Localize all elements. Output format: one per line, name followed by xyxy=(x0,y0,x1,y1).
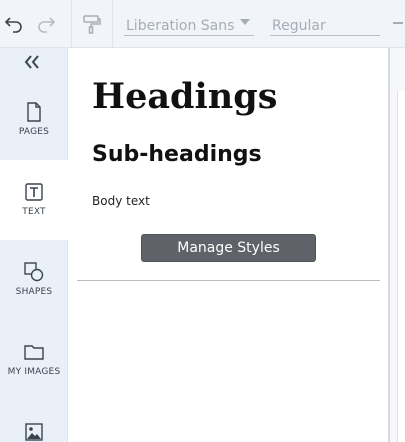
sidebar-item-label: TEXT xyxy=(22,207,46,217)
sidebar-item-label: MY IMAGES xyxy=(7,367,61,377)
redo-icon[interactable] xyxy=(34,12,58,36)
sidebar-item-pages[interactable]: PAGES xyxy=(0,80,68,160)
text-styles-panel: Headings Sub-headings Body text Manage S… xyxy=(69,48,388,442)
canvas-page[interactable] xyxy=(397,91,405,442)
double-chevron-left-icon[interactable] xyxy=(20,52,44,72)
divider xyxy=(77,280,380,281)
paint-roller-icon[interactable] xyxy=(80,12,104,36)
chevron-down-icon xyxy=(240,19,250,25)
page-icon xyxy=(22,100,46,124)
left-sidebar: PAGES TEXT SHAPES MY IMAGES xyxy=(0,48,68,442)
sidebar-item-shapes[interactable]: SHAPES xyxy=(0,240,68,320)
font-weight-select[interactable]: Regular xyxy=(270,14,380,36)
font-family-value: Liberation Sans xyxy=(126,18,235,34)
font-family-select[interactable]: Liberation Sans xyxy=(124,14,254,36)
undo-icon[interactable] xyxy=(2,12,26,36)
sidebar-item-label: SHAPES xyxy=(15,287,53,297)
sidebar-item-images[interactable] xyxy=(0,400,68,442)
sidebar-item-text[interactable]: TEXT xyxy=(0,160,68,240)
toolbar-divider xyxy=(112,0,113,48)
top-toolbar: Liberation Sans Regular xyxy=(0,0,405,48)
body-text-style[interactable]: Body text xyxy=(92,194,150,208)
toolbar-divider xyxy=(71,0,72,48)
subheading-style[interactable]: Sub-headings xyxy=(92,142,262,167)
font-weight-value: Regular xyxy=(272,18,326,34)
heading-style[interactable]: Headings xyxy=(92,76,277,117)
sidebar-item-my-images[interactable]: MY IMAGES xyxy=(0,320,68,400)
sidebar-item-label: PAGES xyxy=(18,127,50,137)
folder-icon xyxy=(22,340,46,364)
text-box-icon xyxy=(22,180,46,204)
image-icon xyxy=(22,420,46,442)
shapes-icon xyxy=(22,260,46,284)
minus-icon[interactable] xyxy=(393,22,403,24)
manage-styles-button[interactable]: Manage Styles xyxy=(141,234,316,262)
